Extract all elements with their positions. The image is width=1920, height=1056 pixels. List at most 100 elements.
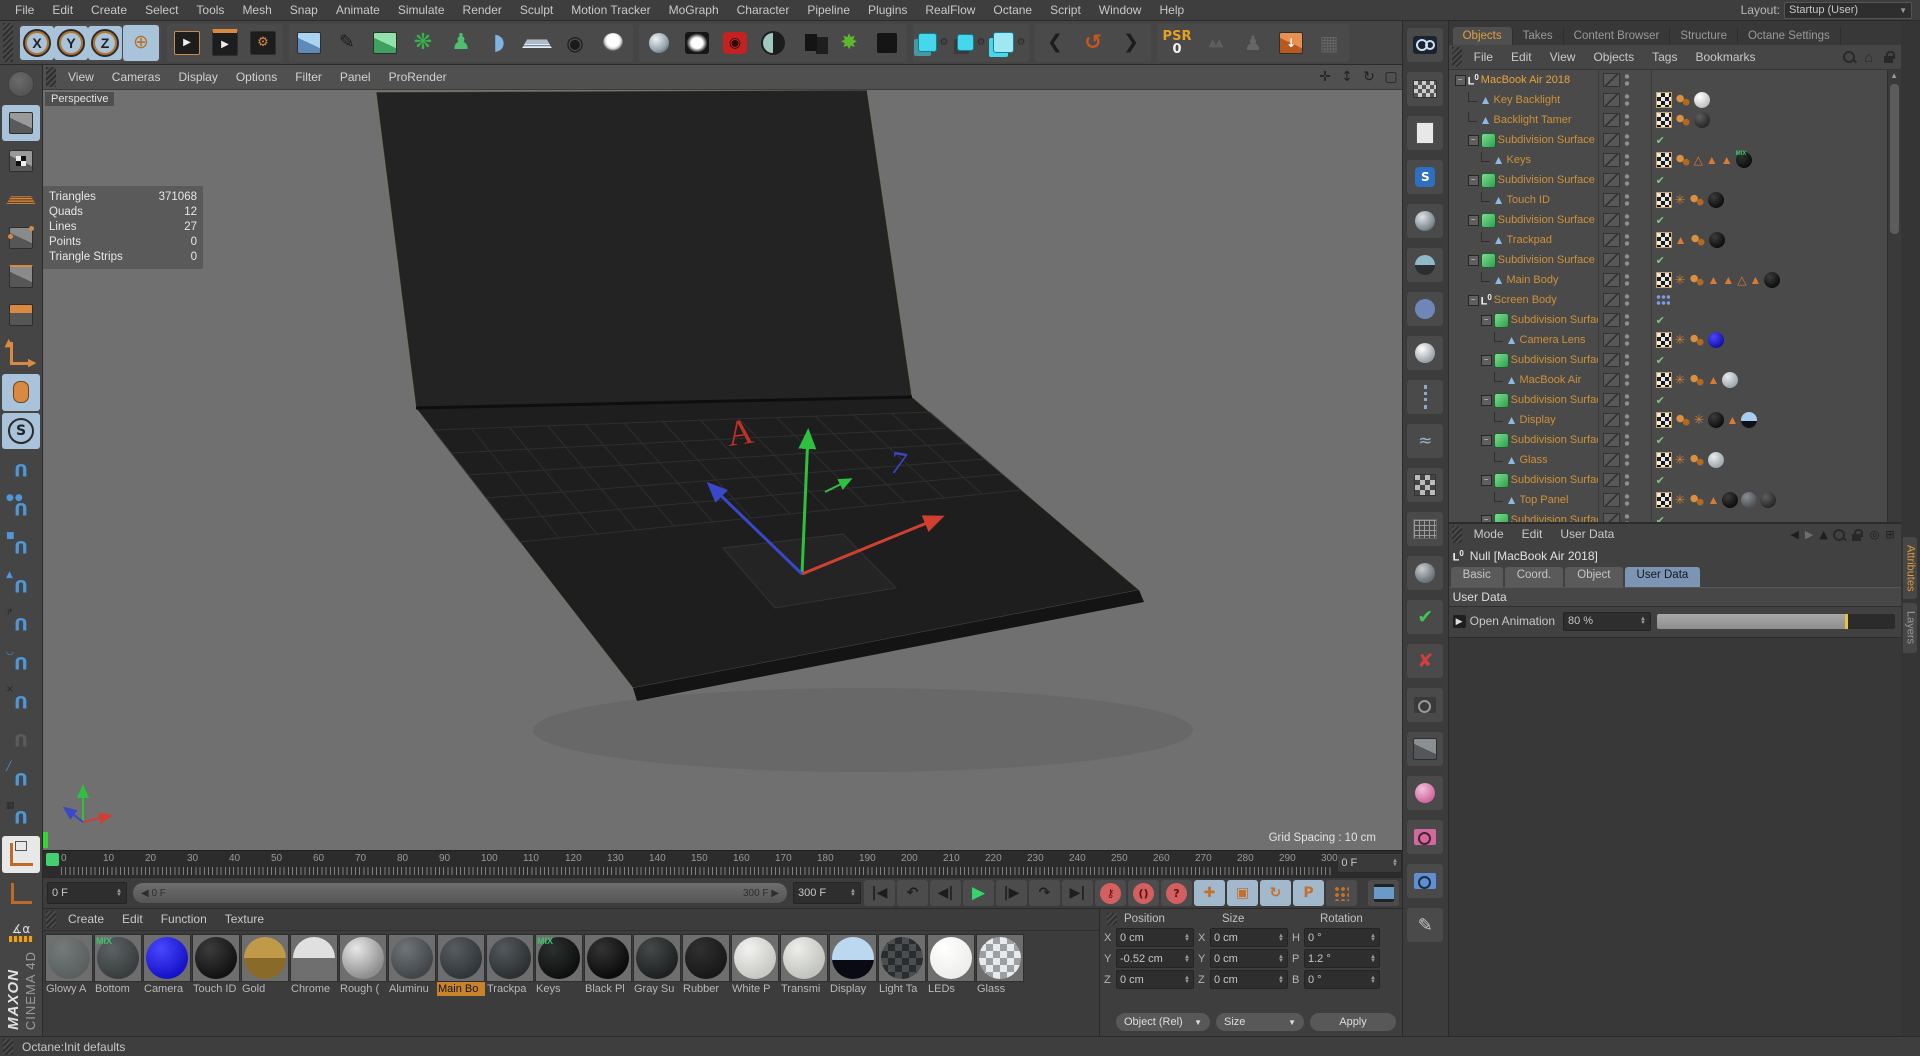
polygon-selection-tag-icon[interactable]: ▲ xyxy=(1706,153,1718,167)
material-tag-icon[interactable] xyxy=(1707,332,1724,348)
expand-icon[interactable]: − xyxy=(1480,394,1492,406)
convert-tool-button[interactable] xyxy=(2,66,40,103)
texture-tag-icon[interactable] xyxy=(1655,452,1672,468)
material-thumbnail[interactable] xyxy=(339,934,387,983)
enabled-check-icon[interactable]: ✔ xyxy=(1656,474,1665,487)
tree-row-glass-19[interactable]: ▲ Glass ✳ xyxy=(1449,450,1901,470)
layer-icon[interactable] xyxy=(1602,93,1620,107)
stepper-icon[interactable]: ▲ ▼ xyxy=(1640,616,1646,626)
coord-field[interactable]: 0 cm ▲ ▼ xyxy=(1116,928,1194,948)
character-icon[interactable]: ♟ xyxy=(443,25,479,61)
zoom-view-icon[interactable]: ↕ xyxy=(1336,67,1358,87)
attr-tab-basic[interactable]: Basic xyxy=(1450,567,1503,587)
object-name[interactable]: Touch ID xyxy=(1507,194,1598,206)
key-parameter-toggle[interactable]: P xyxy=(1293,880,1324,907)
vertex-snap-button[interactable]: ●● U xyxy=(2,490,40,527)
toolbox-icon[interactable]: ▦ xyxy=(1311,25,1347,61)
object-name[interactable]: Subdivision Surface xyxy=(1511,314,1598,326)
next-frame-button[interactable]: |▶ xyxy=(996,880,1027,907)
polygon-selection-tag-icon[interactable]: ▲ xyxy=(1722,273,1734,287)
display-tag-icon[interactable]: ✳ xyxy=(1694,413,1705,428)
phong-tag-icon[interactable] xyxy=(1674,94,1691,106)
object-name[interactable]: Trackpad xyxy=(1507,234,1598,246)
stepper-icon[interactable]: ▲ ▼ xyxy=(1392,858,1398,868)
scene-folder-icon[interactable]: ⚙ xyxy=(915,25,951,61)
material-label[interactable]: Black Pl xyxy=(584,982,632,996)
texture-tag-icon[interactable] xyxy=(1655,492,1672,508)
om-menu-objects[interactable]: Objects xyxy=(1584,48,1643,67)
visibility-dots-icon[interactable] xyxy=(1623,253,1630,267)
object-name[interactable]: Subdivision Surface xyxy=(1498,254,1598,266)
generator-cube-icon[interactable] xyxy=(367,25,403,61)
material-thumbnail[interactable] xyxy=(192,934,240,983)
material-tag-icon[interactable] xyxy=(1707,192,1724,208)
viewport-canvas[interactable]: Perspective Triangles 371068 Quads 12 Lines 2… xyxy=(43,90,1402,850)
stepper-icon[interactable]: ▲ ▼ xyxy=(1278,975,1284,985)
grip-handle[interactable] xyxy=(46,67,56,87)
material-tag-icon[interactable] xyxy=(1741,412,1758,428)
workplane-lock-button[interactable] xyxy=(2,836,40,873)
attr-menu-mode[interactable]: Mode xyxy=(1465,525,1513,544)
visibility-dots-icon[interactable] xyxy=(1623,213,1630,227)
texture-tag-icon[interactable] xyxy=(1655,152,1672,168)
attr-tab-object[interactable]: Object xyxy=(1565,567,1623,587)
param-expander-icon[interactable]: ▶ xyxy=(1452,614,1466,628)
pan-view-icon[interactable]: ✛ xyxy=(1314,67,1336,87)
menu-window[interactable]: Window xyxy=(1090,1,1151,20)
material-label[interactable]: Transmi xyxy=(780,982,828,996)
object-name[interactable]: Key Backlight xyxy=(1494,94,1598,106)
phong-tag-icon[interactable] xyxy=(1688,374,1705,386)
gray-sphere-icon[interactable] xyxy=(1407,556,1444,590)
layer-icon[interactable] xyxy=(1602,493,1620,507)
psr-badge[interactable]: PSR 0 xyxy=(1159,25,1195,61)
display-tag-icon[interactable]: ✳ xyxy=(1675,373,1686,388)
material-tag-icon[interactable] xyxy=(1760,492,1777,508)
hemisphere-icon[interactable] xyxy=(1407,248,1444,282)
grid-point-snap-button[interactable]: ▦ U xyxy=(2,798,40,835)
material-thumbnail[interactable] xyxy=(486,934,534,983)
menu-render[interactable]: Render xyxy=(454,1,511,20)
vp-menu-display[interactable]: Display xyxy=(169,68,226,87)
grid-icon[interactable] xyxy=(1407,512,1444,546)
phong-tag-icon[interactable] xyxy=(1688,494,1705,506)
specular-sphere-icon[interactable] xyxy=(1407,336,1444,370)
octane-camera-icon[interactable]: ◉ xyxy=(717,25,753,61)
material-thumbnail[interactable]: MIX xyxy=(535,934,583,983)
expand-icon[interactable]: − xyxy=(1467,294,1479,306)
material-thumbnail[interactable] xyxy=(437,934,485,983)
tree-row-main-body-10[interactable]: ▲ Main Body ✳ ▲ ▲ △ ▲ xyxy=(1449,270,1901,290)
key-pla-toggle[interactable] xyxy=(1326,880,1357,907)
tree-row-top-panel-21[interactable]: ▲ Top Panel ✳ ▲ xyxy=(1449,490,1901,510)
target-icon[interactable]: ◎ xyxy=(1870,528,1880,541)
polygon-selection-tag-icon[interactable]: ▲ xyxy=(1708,493,1720,507)
mat-menu-edit[interactable]: Edit xyxy=(113,910,152,929)
material-tag-icon[interactable] xyxy=(1707,452,1724,468)
param-value-field[interactable]: 80 % ▲ ▼ xyxy=(1563,611,1651,631)
material-label[interactable]: Bottom xyxy=(94,982,142,996)
om-menu-bookmarks[interactable]: Bookmarks xyxy=(1686,48,1764,67)
expand-icon[interactable]: − xyxy=(1480,354,1492,366)
material-tag-icon[interactable]: MIX xyxy=(1735,151,1752,168)
disc-icon[interactable] xyxy=(1407,292,1444,326)
phong-tag-icon[interactable] xyxy=(1674,114,1691,126)
object-name[interactable]: Camera Lens xyxy=(1520,334,1598,346)
vp-menu-panel[interactable]: Panel xyxy=(331,68,380,87)
tree-row-trackpad-8[interactable]: ▲ Trackpad ▲ xyxy=(1449,230,1901,250)
coord-field[interactable]: 0 cm ▲ ▼ xyxy=(1210,949,1288,969)
material-label[interactable]: Main Bo xyxy=(437,982,485,997)
tree-scrollbar[interactable]: ▲ xyxy=(1886,70,1901,522)
material-label[interactable]: Aluminu xyxy=(388,982,436,996)
material-thumbnail[interactable]: MIX xyxy=(94,934,142,983)
menu-plugins[interactable]: Plugins xyxy=(859,1,916,20)
menu-help[interactable]: Help xyxy=(1150,1,1193,20)
clipboard-icon[interactable] xyxy=(1407,116,1444,150)
tree-row-touch-id-6[interactable]: ▲ Touch ID ✳ xyxy=(1449,190,1901,210)
frame-ruler[interactable]: 0 10 20 30 40 50 60 70 80 90 100 110 120 130 140 150 160… xyxy=(43,851,1338,878)
grip-handle[interactable] xyxy=(1451,47,1462,67)
viewport-view-label[interactable]: Perspective xyxy=(45,92,115,106)
visibility-dots-icon[interactable] xyxy=(1623,433,1630,447)
texture-tag-icon[interactable] xyxy=(1655,272,1672,288)
axis-lock-y[interactable]: Y xyxy=(54,25,88,60)
polygon-selection-tag-icon[interactable]: ▲ xyxy=(1708,273,1720,287)
phong-tag-icon[interactable] xyxy=(1689,234,1706,246)
